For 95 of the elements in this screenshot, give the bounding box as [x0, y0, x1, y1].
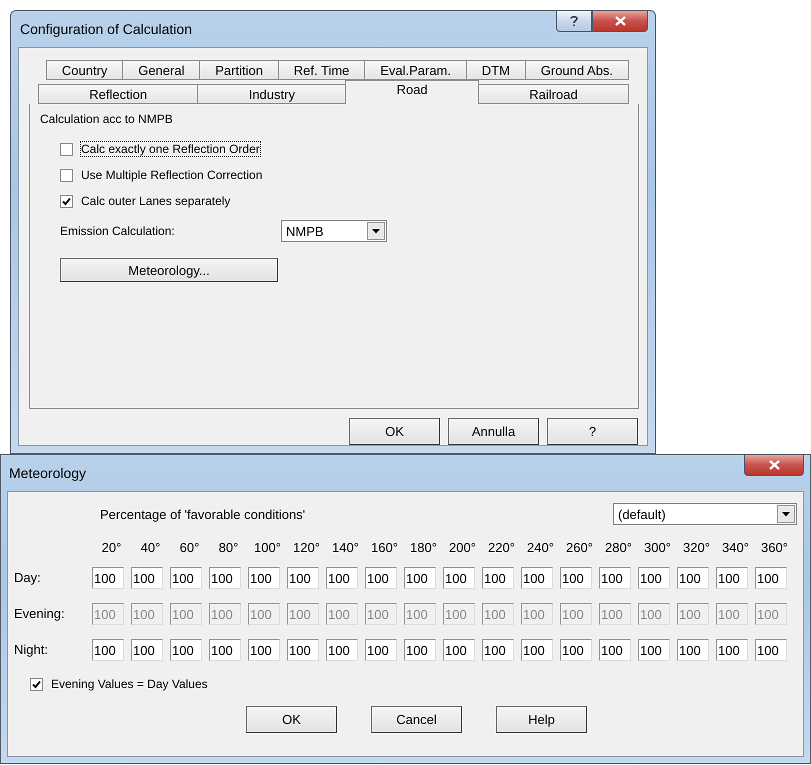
value-field[interactable]: 100 — [404, 639, 436, 661]
checkbox-label[interactable]: Calc outer Lanes separately — [81, 194, 230, 208]
dialog-button[interactable]: ? — [547, 418, 638, 445]
value-field[interactable]: 100 — [209, 567, 241, 589]
section-heading: Calculation acc to NMPB — [40, 112, 174, 126]
angle-header: 240° — [526, 539, 555, 557]
tab[interactable]: DTM — [466, 60, 526, 80]
value-field[interactable]: 100 — [326, 567, 358, 589]
help-title-button[interactable] — [556, 11, 592, 32]
field-label: Emission Calculation: — [60, 224, 176, 238]
window-title: Meteorology — [8, 465, 86, 481]
value-field[interactable]: 100 — [599, 639, 631, 661]
row-label: Night: — [14, 641, 49, 659]
section-heading: Percentage of 'favorable conditions' — [100, 506, 306, 522]
value-field[interactable]: 100 — [248, 567, 280, 589]
angle-header: 280° — [604, 539, 633, 557]
angle-header: 320° — [682, 539, 711, 557]
value-field[interactable]: 100 — [755, 567, 787, 589]
angle-header: 60° — [178, 539, 200, 557]
angle-header: 260° — [565, 539, 594, 557]
value-field[interactable]: 100 — [92, 567, 124, 589]
value-field[interactable]: 100 — [326, 639, 358, 661]
value-field[interactable]: 100 — [677, 639, 709, 661]
angle-header: 220° — [487, 539, 516, 557]
angle-header: 300° — [643, 539, 672, 557]
value-field[interactable]: 100 — [677, 567, 709, 589]
tab[interactable]: Reflection — [38, 84, 198, 104]
tab[interactable]: Ref. Time — [278, 60, 366, 80]
window-title: Configuration of Calculation — [19, 21, 192, 37]
value-field[interactable]: 100 — [287, 639, 319, 661]
angle-header: 100° — [253, 539, 282, 557]
meteorology-button[interactable]: Meteorology... — [60, 258, 278, 282]
checkbox[interactable] — [60, 194, 73, 208]
angle-header: 20° — [100, 539, 122, 557]
dialog-button[interactable]: Help — [496, 706, 587, 733]
close-button[interactable] — [744, 455, 804, 476]
value-field[interactable]: 100 — [716, 567, 748, 589]
checkbox[interactable] — [60, 142, 73, 156]
row-label: Day: — [14, 569, 42, 587]
value-field[interactable]: 100 — [638, 567, 670, 589]
checkbox-label[interactable]: Use Multiple Reflection Correction — [81, 168, 262, 182]
row-label: Evening: — [14, 605, 66, 623]
value-field[interactable]: 100 — [482, 639, 514, 661]
angle-header: 80° — [218, 539, 240, 557]
tab[interactable]: Industry — [197, 84, 346, 104]
value-field[interactable]: 100 — [209, 639, 241, 661]
value-field[interactable]: 100 — [443, 639, 475, 661]
value-field[interactable]: 100 — [521, 639, 553, 661]
value-field[interactable]: 100 — [443, 567, 475, 589]
angle-header: 360° — [760, 539, 789, 557]
emission-dropdown[interactable]: NMPB — [281, 220, 387, 242]
tab[interactable]: Country — [46, 60, 124, 80]
angle-header: 120° — [292, 539, 321, 557]
value-field[interactable]: 100 — [716, 639, 748, 661]
value-field[interactable]: 100 — [404, 567, 436, 589]
angle-header: 160° — [370, 539, 399, 557]
value-field[interactable]: 100 — [365, 567, 397, 589]
dialog-button[interactable]: OK — [246, 706, 337, 733]
value-field[interactable]: 100 — [482, 567, 514, 589]
angle-header: 180° — [409, 539, 438, 557]
dialog-button[interactable]: Cancel — [371, 706, 462, 733]
angle-header: 40° — [140, 539, 162, 557]
tab[interactable]: Railroad — [478, 84, 629, 104]
dialog-button[interactable]: Annulla — [448, 418, 539, 445]
value-field[interactable]: 100 — [92, 639, 124, 661]
angle-header: 340° — [721, 539, 750, 557]
value-field[interactable]: 100 — [638, 639, 670, 661]
tab[interactable]: Eval.Param. — [364, 60, 467, 80]
value-field[interactable]: 100 — [521, 567, 553, 589]
checkbox[interactable] — [30, 678, 43, 690]
checkbox-label[interactable]: Evening Values = Day Values — [51, 677, 208, 691]
value-field[interactable]: 100 — [599, 567, 631, 589]
tab[interactable]: Partition — [199, 60, 279, 80]
value-field[interactable]: 100 — [170, 567, 202, 589]
value-field[interactable]: 100 — [131, 567, 163, 589]
dialog-button[interactable]: OK — [349, 418, 440, 445]
value-field[interactable]: 100 — [560, 639, 592, 661]
angle-header: 140° — [331, 539, 360, 557]
value-field[interactable]: 100 — [131, 639, 163, 661]
value-field[interactable]: 100 — [365, 639, 397, 661]
value-field[interactable]: 100 — [287, 567, 319, 589]
tab[interactable]: General — [122, 60, 200, 80]
checkbox-label[interactable]: Calc exactly one Reflection Order — [81, 142, 260, 156]
close-icon — [768, 460, 780, 470]
close-button[interactable] — [592, 11, 648, 32]
close-icon — [614, 16, 626, 26]
tab[interactable]: Ground Abs. — [524, 60, 629, 80]
value-field[interactable]: 100 — [755, 639, 787, 661]
preset-dropdown[interactable]: (default) — [613, 503, 797, 525]
help-icon — [570, 15, 578, 27]
value-field[interactable]: 100 — [560, 567, 592, 589]
value-field[interactable]: 100 — [170, 639, 202, 661]
checkbox[interactable] — [60, 168, 73, 182]
value-field[interactable]: 100 — [248, 639, 280, 661]
angle-header: 200° — [448, 539, 477, 557]
